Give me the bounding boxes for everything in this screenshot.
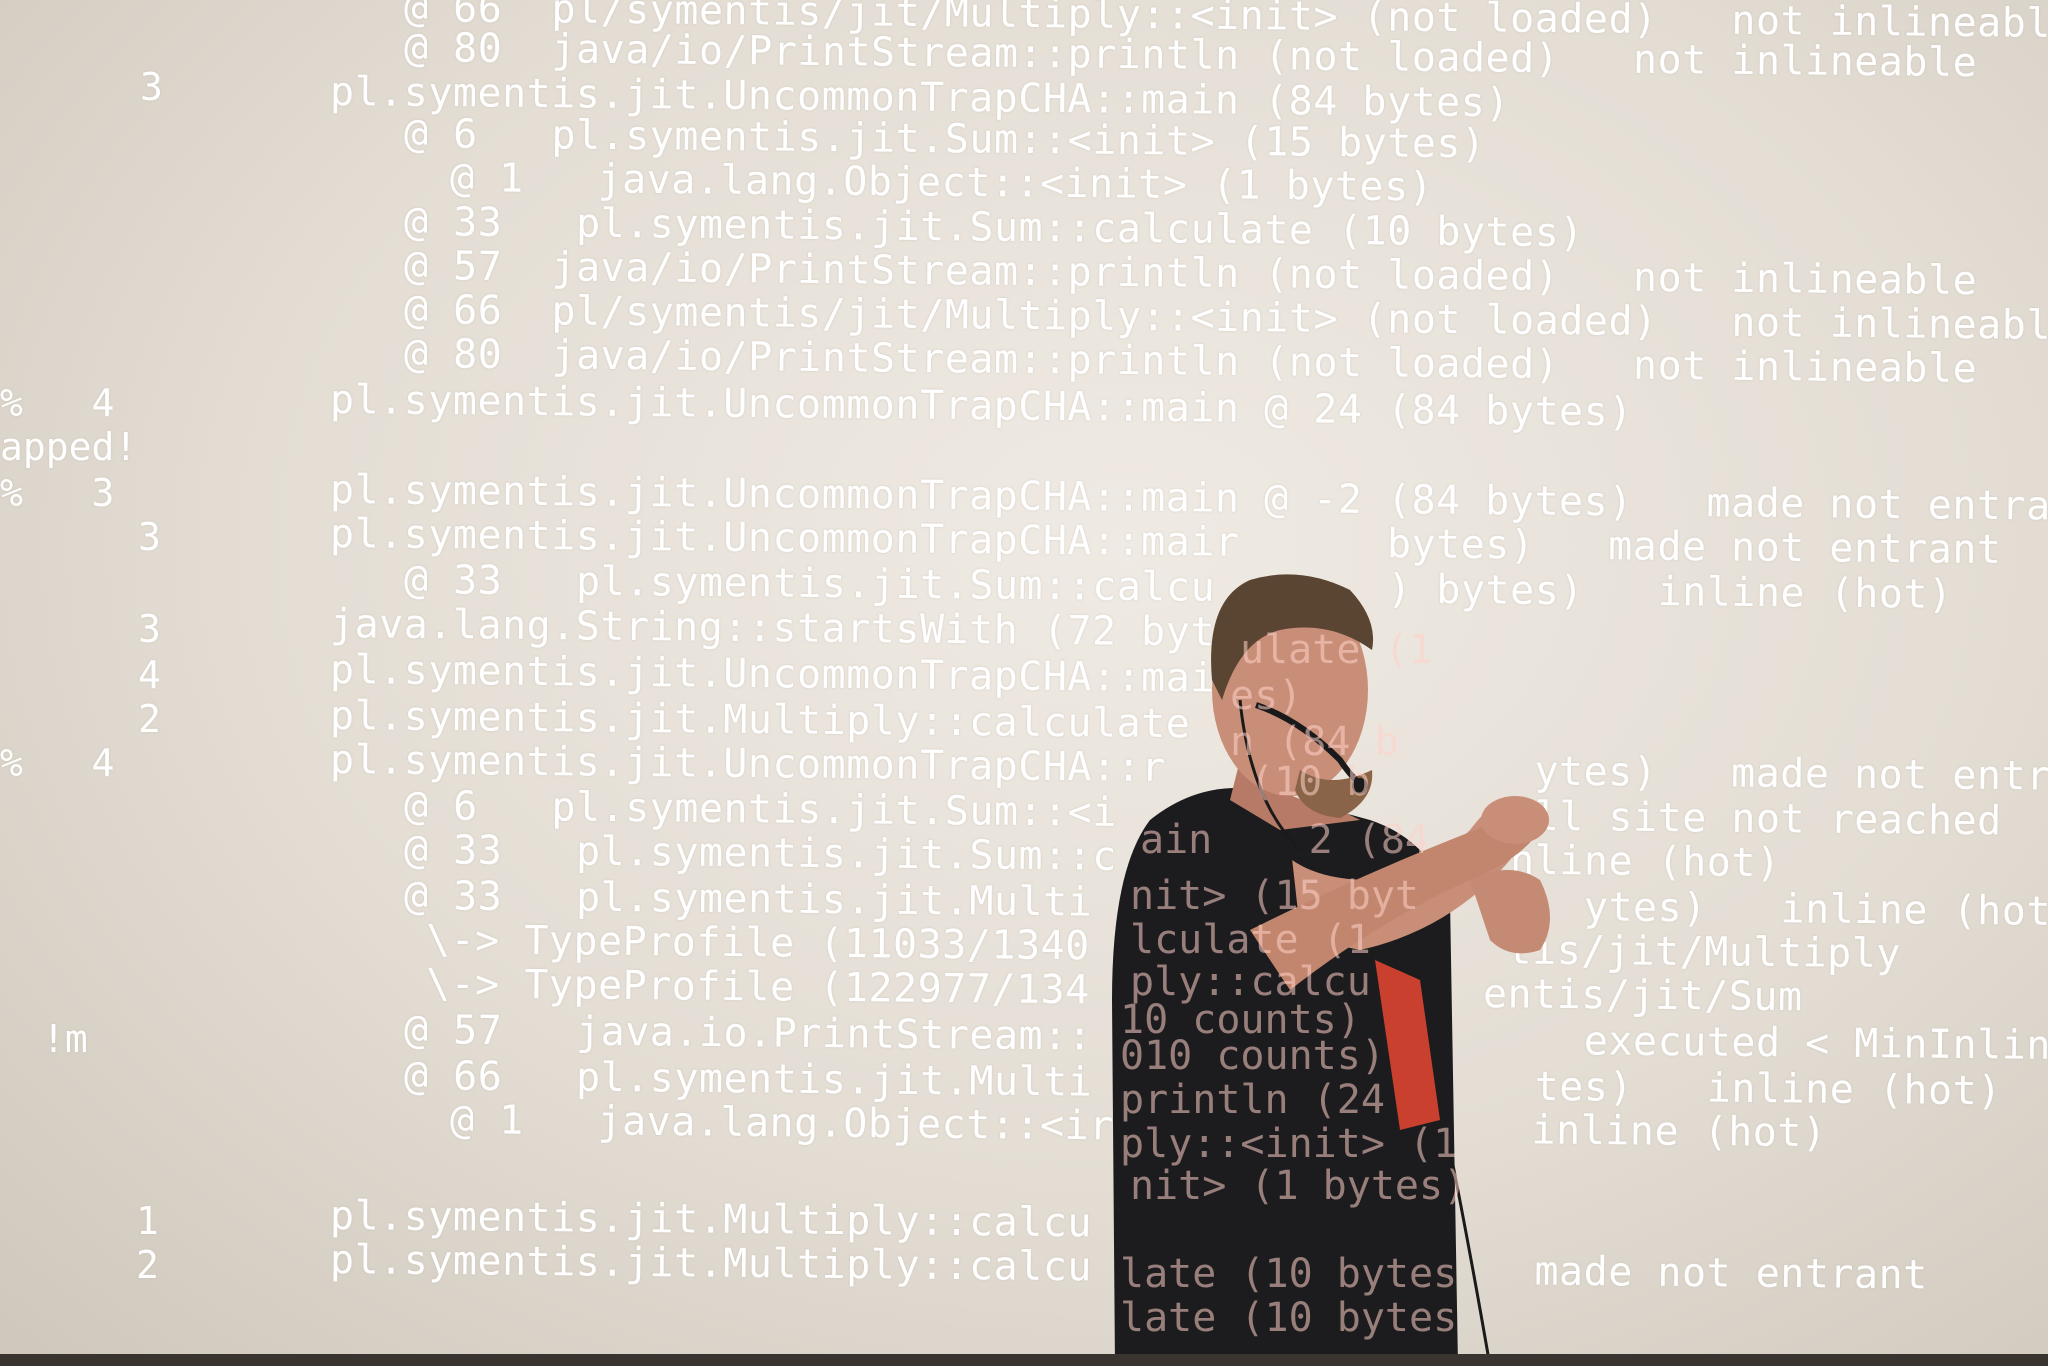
overlay-line: lculate (1 (1130, 917, 1371, 963)
code-line: pl.symentis.jit.UncommonTrapCHA::mai (329, 647, 1216, 702)
gutter-item: 2 (138, 697, 161, 741)
overlay-line: late (10 bytes (1120, 1251, 1458, 1297)
gutter-item: !m (42, 1017, 88, 1061)
overlay-line: nit> (15 byt (1130, 873, 1419, 919)
gutter-item: apped! (0, 425, 138, 469)
gutter-item: % 3 (0, 471, 115, 515)
overlay-line: ply::<init> (1 (1120, 1121, 1458, 1167)
overlay-line: println (24 (1120, 1077, 1385, 1123)
gutter-item: 2 (136, 1243, 159, 1287)
overlay-line: es) (1230, 673, 1303, 719)
gutter-item: 4 (138, 653, 161, 697)
gutter-item: 1 (136, 1199, 159, 1243)
code-line: java.lang.String::startsWith (72 byt (329, 601, 1216, 656)
overlay-line: (10 b (1250, 759, 1371, 805)
overlay-line: ply::calcu (1130, 959, 1371, 1005)
code-line: pl.symentis.jit.UncommonTrapCHA::main @ … (329, 377, 1634, 436)
overlay-line: ulate (1 (1240, 627, 1433, 673)
overlay-line: ain 2 (84 (1140, 817, 1429, 863)
gutter-item: 3 (138, 515, 161, 559)
gutter-item: % 4 (0, 741, 115, 785)
code-line: pl.symentis.jit.Multiply::calculate (329, 693, 1191, 748)
overlay-line: 010 counts) (1120, 1033, 1385, 1079)
code-line: pl.symentis.jit.Multiply::calcu (329, 1193, 1093, 1247)
overlay-line: nit> (1 bytes) (1130, 1163, 1468, 1209)
screen-bottom-edge (0, 1354, 2048, 1366)
gutter-item: 3 (138, 607, 161, 651)
gutter-item: 3 (140, 65, 163, 109)
overlay-line: n (84 b (1230, 719, 1399, 765)
gutter-item: % 4 (0, 381, 115, 425)
overlay-line: late (10 bytes (1120, 1295, 1458, 1341)
